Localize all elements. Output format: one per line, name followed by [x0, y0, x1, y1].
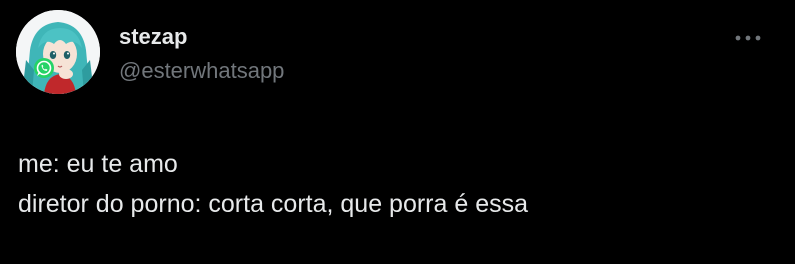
more-options-button[interactable]	[730, 28, 766, 48]
author-handle[interactable]: @esterwhatsapp	[119, 58, 284, 84]
tweet-card: stezap @esterwhatsapp me: eu te amo dire…	[0, 0, 795, 264]
author-display-name[interactable]: stezap	[119, 24, 187, 50]
tweet-line: me: eu te amo	[18, 150, 178, 178]
more-horizontal-icon	[735, 35, 761, 41]
tweet-line: diretor do porno: corta corta, que porra…	[18, 190, 529, 218]
tweet-text: me: eu te amo diretor do porno: corta co…	[18, 144, 778, 224]
avatar-image	[16, 10, 100, 94]
whatsapp-logo-icon	[34, 58, 54, 78]
author-avatar[interactable]	[16, 10, 100, 94]
